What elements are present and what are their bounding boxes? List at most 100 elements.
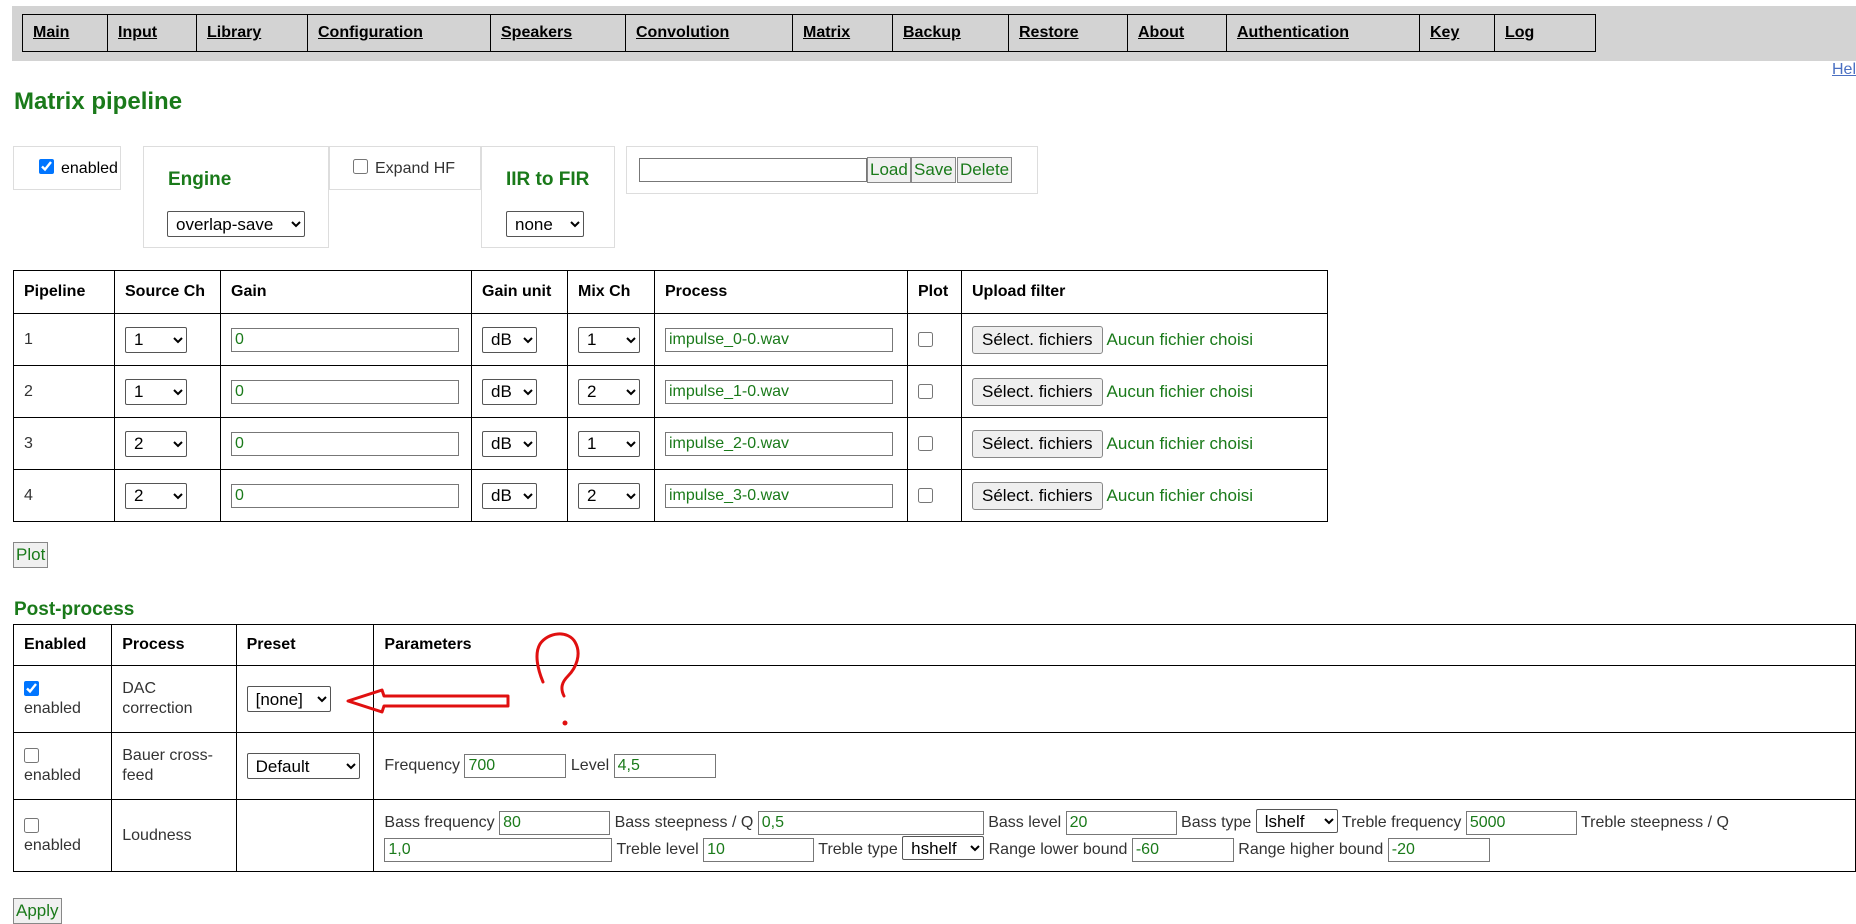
gain-unit-select[interactable]: dB (482, 326, 537, 353)
gain-unit-select[interactable]: dB (482, 482, 537, 509)
nav-log[interactable]: Log (1494, 14, 1596, 52)
bass-level-input[interactable] (1065, 810, 1177, 835)
pipeline-number: 4 (13, 469, 115, 522)
nav-matrix[interactable]: Matrix (792, 14, 893, 52)
load-button[interactable]: Load (867, 157, 911, 183)
nav-convolution[interactable]: Convolution (625, 14, 793, 52)
enabled-label: enabled (61, 160, 118, 177)
treble-frequency-input[interactable] (1465, 810, 1577, 835)
range-low-input[interactable] (1131, 837, 1234, 862)
expand-hf-box: Expand HF (329, 146, 481, 190)
mix-ch-select[interactable]: 2 (578, 378, 640, 405)
nav-backup[interactable]: Backup (892, 14, 1009, 52)
delete-button[interactable]: Delete (957, 157, 1013, 183)
nav-speakers[interactable]: Speakers (490, 14, 626, 52)
iir-to-fir-select[interactable]: none (506, 211, 584, 237)
header-process: Process (111, 624, 237, 666)
header-pipeline: Pipeline (13, 270, 115, 314)
gain-input[interactable] (231, 483, 459, 508)
nav-about[interactable]: About (1127, 14, 1227, 52)
bauer-preset-select[interactable]: Default (246, 753, 360, 779)
select-files-button[interactable]: Sélect. fichiers (972, 481, 1103, 510)
dac-enabled-checkbox[interactable] (24, 681, 39, 697)
file-status: Aucun fichier choisi (1106, 329, 1254, 349)
bauer-enabled-label: enabled (24, 767, 81, 784)
treble-type-select[interactable]: hshelf (902, 835, 985, 860)
source-ch-select[interactable]: 2 (125, 482, 187, 509)
loudness-enabled-checkbox[interactable] (24, 817, 39, 833)
nav-configuration[interactable]: Configuration (307, 14, 491, 52)
mix-ch-select[interactable]: 2 (578, 482, 640, 509)
gain-input[interactable] (231, 431, 459, 456)
bauer-process-label-2: feed (122, 767, 154, 784)
help-link[interactable]: Hel (1832, 61, 1856, 79)
frequency-input[interactable] (464, 754, 567, 778)
process-input[interactable] (665, 379, 893, 404)
nav-input[interactable]: Input (107, 14, 197, 52)
nav-main[interactable]: Main (22, 14, 108, 52)
treble-type-label: Treble type (818, 840, 898, 858)
table-row: 1 1 dB 1 Sélect. fichiersAucun fichier c… (13, 313, 1328, 366)
bass-frequency-input[interactable] (499, 810, 611, 835)
process-input[interactable] (665, 483, 893, 508)
bauer-enabled-checkbox[interactable] (24, 748, 39, 764)
range-high-input[interactable] (1387, 837, 1490, 862)
nav-authentication[interactable]: Authentication (1226, 14, 1420, 52)
range-low-label: Range lower bound (988, 840, 1128, 858)
gain-unit-select[interactable]: dB (482, 378, 537, 405)
dac-preset-select[interactable]: [none] (246, 686, 331, 712)
header-enabled: Enabled (12, 624, 113, 666)
bass-q-label: Bass steepness / Q (614, 813, 754, 831)
source-ch-select[interactable]: 2 (125, 430, 187, 457)
bass-type-select[interactable]: lshelf (1255, 808, 1338, 833)
expand-hf-checkbox[interactable] (353, 159, 368, 174)
treble-level-label: Treble level (616, 840, 699, 858)
save-button[interactable]: Save (911, 157, 956, 183)
mix-ch-select[interactable]: 1 (578, 326, 640, 353)
plot-checkbox[interactable] (918, 487, 933, 503)
gain-unit-select[interactable]: dB (482, 430, 537, 457)
loudness-preset (235, 799, 375, 872)
process-input[interactable] (665, 431, 893, 456)
nav-library[interactable]: Library (196, 14, 308, 52)
post-process-title: Post-process (14, 599, 135, 620)
engine-label: Engine (168, 169, 232, 190)
select-files-button[interactable]: Sélect. fichiers (972, 325, 1103, 354)
select-files-button[interactable]: Sélect. fichiers (972, 429, 1103, 458)
bass-q-input[interactable] (757, 810, 984, 835)
engine-box: Engine overlap-save (143, 146, 329, 248)
iir-to-fir-label: IIR to FIR (506, 169, 590, 190)
apply-button[interactable]: Apply (13, 898, 62, 924)
treble-level-input[interactable] (703, 837, 815, 862)
level-input[interactable] (613, 754, 716, 778)
plot-checkbox[interactable] (918, 435, 933, 451)
enabled-box: enabled (13, 146, 121, 190)
table-row: 4 2 dB 2 Sélect. fichiersAucun fichier c… (13, 469, 1328, 522)
treble-q-input[interactable] (384, 837, 613, 862)
file-status: Aucun fichier choisi (1106, 381, 1254, 401)
top-nav-bar: Main Input Library Configuration Speaker… (12, 6, 1856, 61)
source-ch-select[interactable]: 1 (125, 378, 187, 405)
select-files-button[interactable]: Sélect. fichiers (972, 377, 1103, 406)
iir-to-fir-box: IIR to FIR none (481, 146, 615, 248)
arrow-annotation (346, 688, 510, 714)
nav-key[interactable]: Key (1419, 14, 1495, 52)
preset-name-input[interactable] (639, 158, 867, 182)
plot-checkbox[interactable] (918, 383, 933, 399)
expand-hf-label: Expand HF (375, 160, 456, 177)
gain-input[interactable] (231, 379, 459, 404)
process-input[interactable] (665, 327, 893, 352)
source-ch-select[interactable]: 1 (125, 326, 187, 353)
mix-ch-select[interactable]: 1 (578, 430, 640, 457)
treble-frequency-label: Treble frequency (1341, 813, 1462, 831)
annotation-overlay (346, 632, 580, 726)
enabled-checkbox[interactable] (39, 159, 54, 174)
dac-enabled-label: enabled (24, 700, 81, 717)
range-high-label: Range higher bound (1238, 840, 1384, 858)
nav-restore[interactable]: Restore (1008, 14, 1128, 52)
engine-select[interactable]: overlap-save (167, 211, 305, 237)
plot-checkbox[interactable] (918, 331, 933, 347)
gain-input[interactable] (231, 327, 459, 352)
bass-level-label: Bass level (988, 813, 1062, 831)
plot-button[interactable]: Plot (13, 542, 49, 568)
